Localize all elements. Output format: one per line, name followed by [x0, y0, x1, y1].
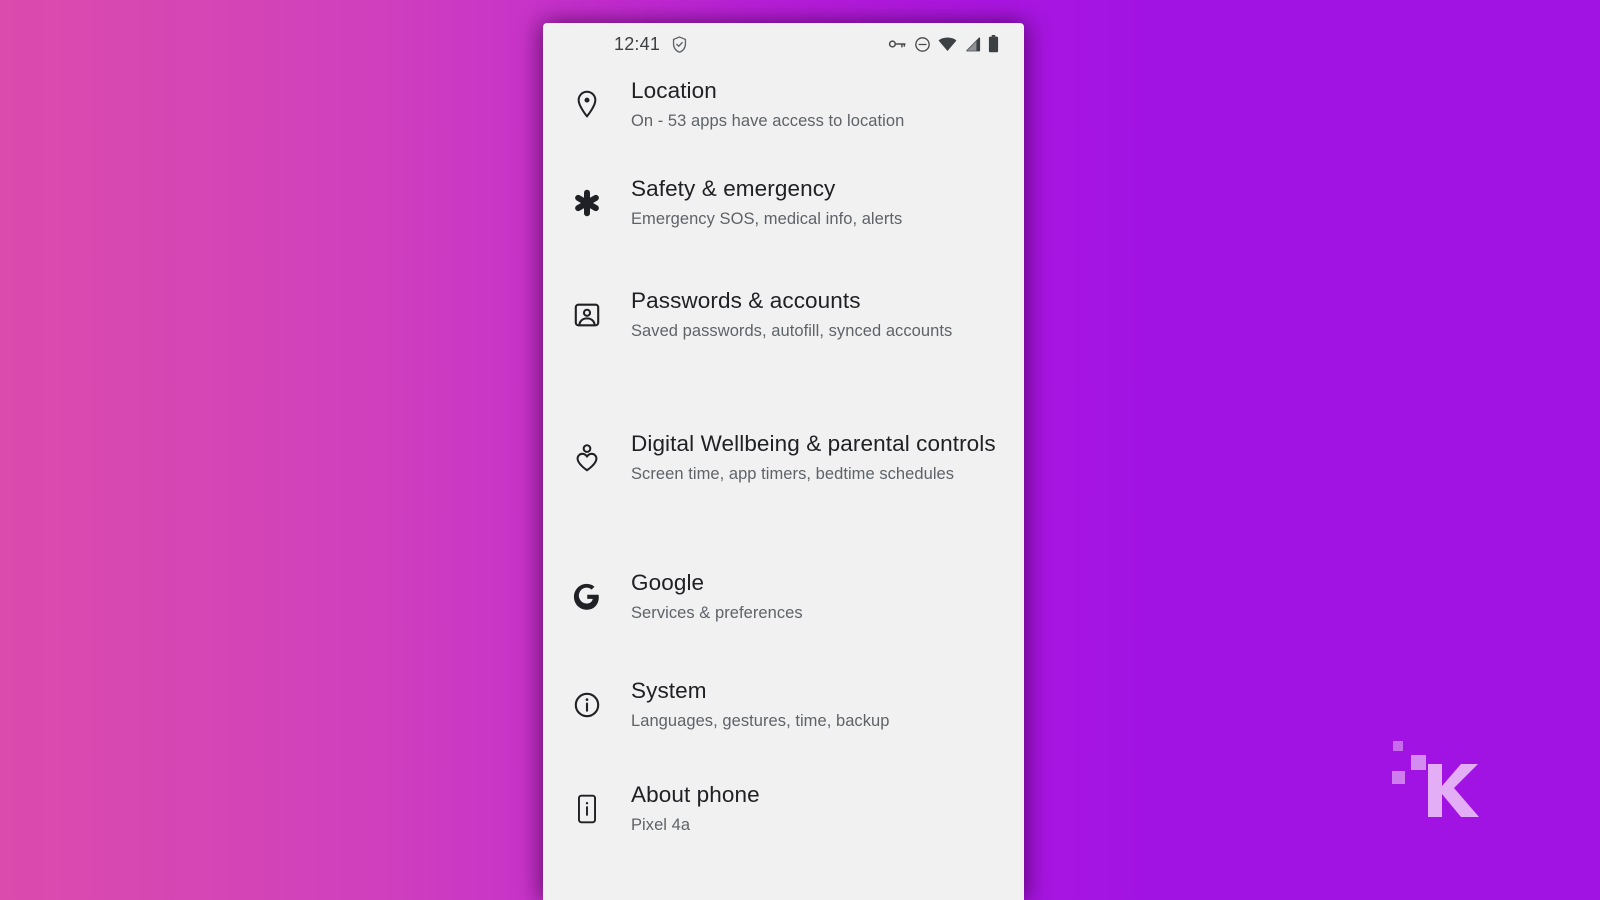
signal-cellular-icon: [964, 36, 981, 52]
settings-item-subtitle: Languages, gestures, time, backup: [631, 712, 890, 730]
location-pin-icon: [543, 90, 631, 120]
do-not-disturb-icon: [914, 36, 931, 53]
settings-item-digital-wellbeing[interactable]: Digital Wellbeing & parental controls Sc…: [543, 373, 1024, 543]
wifi-icon: [938, 37, 957, 52]
settings-item-subtitle: Services & preferences: [631, 604, 803, 622]
status-clock: 12:41: [614, 33, 661, 54]
settings-list: Location On - 53 apps have access to loc…: [543, 65, 1024, 859]
settings-item-text: About phone Pixel 4a: [631, 780, 1000, 838]
page-background: 12:41 Location On - 53 apps have access …: [0, 0, 1600, 900]
battery-icon: [988, 35, 999, 53]
status-bar: 12:41: [543, 23, 1024, 65]
watermark-logo: [1381, 737, 1481, 817]
settings-item-about-phone[interactable]: About phone Pixel 4a: [543, 759, 1024, 859]
settings-item-subtitle: Pixel 4a: [631, 816, 691, 834]
settings-item-passwords-accounts[interactable]: Passwords & accounts Saved passwords, au…: [543, 257, 1024, 373]
settings-item-subtitle: On - 53 apps have access to location: [631, 112, 905, 130]
settings-item-google[interactable]: Google Services & preferences: [543, 543, 1024, 651]
settings-item-text: Safety & emergency Emergency SOS, medica…: [631, 174, 1000, 232]
settings-item-subtitle: Screen time, app timers, bedtime schedul…: [631, 465, 955, 483]
vpn-key-icon: [888, 37, 907, 51]
settings-item-text: System Languages, gestures, time, backup: [631, 676, 1000, 734]
info-circle-icon: [543, 691, 631, 719]
person-heart-icon: [543, 443, 631, 473]
settings-item-title: Safety & emergency: [631, 176, 836, 201]
settings-item-text: Location On - 53 apps have access to loc…: [631, 76, 1000, 134]
settings-item-location[interactable]: Location On - 53 apps have access to loc…: [543, 65, 1024, 149]
settings-item-title: About phone: [631, 782, 760, 807]
settings-item-title: Passwords & accounts: [631, 288, 861, 313]
status-bar-right: [888, 35, 999, 53]
phone-info-icon: [543, 794, 631, 824]
account-box-icon: [543, 301, 631, 329]
settings-item-safety-emergency[interactable]: Safety & emergency Emergency SOS, medica…: [543, 149, 1024, 257]
status-bar-left: 12:41: [614, 34, 689, 55]
settings-item-system[interactable]: System Languages, gestures, time, backup: [543, 651, 1024, 759]
settings-item-title: Location: [631, 78, 717, 103]
settings-item-text: Digital Wellbeing & parental controls Sc…: [631, 429, 1000, 487]
settings-item-subtitle: Emergency SOS, medical info, alerts: [631, 210, 903, 228]
shield-check-icon: [670, 35, 689, 54]
emergency-asterisk-icon: [543, 188, 631, 218]
settings-item-text: Google Services & preferences: [631, 568, 1000, 626]
settings-item-subtitle: Saved passwords, autofill, synced accoun…: [631, 322, 953, 340]
settings-item-text: Passwords & accounts Saved passwords, au…: [631, 286, 1000, 344]
settings-item-title: Google: [631, 570, 705, 595]
google-g-icon: [543, 583, 631, 611]
phone-screenshot-card: 12:41 Location On - 53 apps have access …: [543, 23, 1024, 900]
settings-item-title: System: [631, 678, 707, 703]
settings-item-title: Digital Wellbeing & parental controls: [631, 431, 996, 456]
